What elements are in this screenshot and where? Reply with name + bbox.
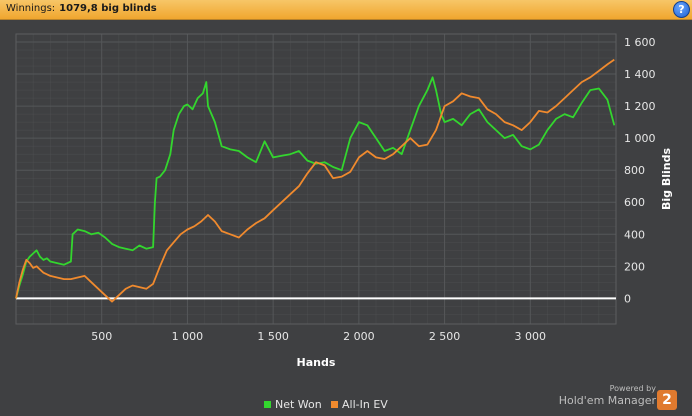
powered-by-text: Powered by (609, 384, 656, 393)
winnings-summary: Winnings: 1079,8 big blinds (6, 3, 157, 14)
x-tick-label: 500 (91, 330, 112, 343)
series-line-net-won (15, 76, 616, 299)
y-axis-title: Big Blinds (660, 148, 673, 210)
branding: Powered by Hold'em Manager (556, 384, 656, 408)
x-tick-label: 1 500 (257, 330, 289, 343)
x-tick-label: 2 500 (429, 330, 461, 343)
winnings-graph: 500 1 000 1 500 2 000 2 500 3 000 0 200 400 600 80… (15, 33, 673, 369)
y-tick-label: 400 (624, 228, 645, 241)
winnings-label: Winnings: (6, 3, 56, 14)
series-line-all-in-ev (15, 58, 615, 303)
y-tick-label: 1 600 (624, 36, 656, 49)
legend-label-all-in-ev: All-In EV (342, 398, 388, 411)
winnings-value: 1079,8 big blinds (59, 3, 157, 14)
legend-label-net-won: Net Won (275, 398, 322, 411)
hm-logo-icon: 2 (657, 390, 677, 410)
y-tick-label: 600 (624, 196, 645, 209)
x-axis-title: Hands (297, 356, 336, 369)
x-tick-label: 2 000 (343, 330, 375, 343)
legend-swatch-all-in-ev (331, 401, 338, 408)
help-icon[interactable]: ? (673, 1, 690, 18)
legend-swatch-net-won (264, 401, 271, 408)
y-tick-label: 0 (624, 292, 631, 305)
product-name: Hold'em Manager (558, 394, 656, 407)
x-tick-label: 3 000 (515, 330, 547, 343)
title-bar: Winnings: 1079,8 big blinds ? (0, 0, 692, 20)
y-tick-label: 200 (624, 260, 645, 273)
y-tick-label: 1 000 (624, 132, 656, 145)
x-tick-label: 1 000 (172, 330, 204, 343)
y-tick-label: 1 200 (624, 100, 656, 113)
y-tick-label: 1 400 (624, 68, 656, 81)
plot-frame (15, 33, 617, 325)
legend-item-net-won[interactable]: Net Won (264, 398, 322, 411)
legend-item-all-in-ev[interactable]: All-In EV (331, 398, 388, 411)
y-tick-label: 800 (624, 164, 645, 177)
